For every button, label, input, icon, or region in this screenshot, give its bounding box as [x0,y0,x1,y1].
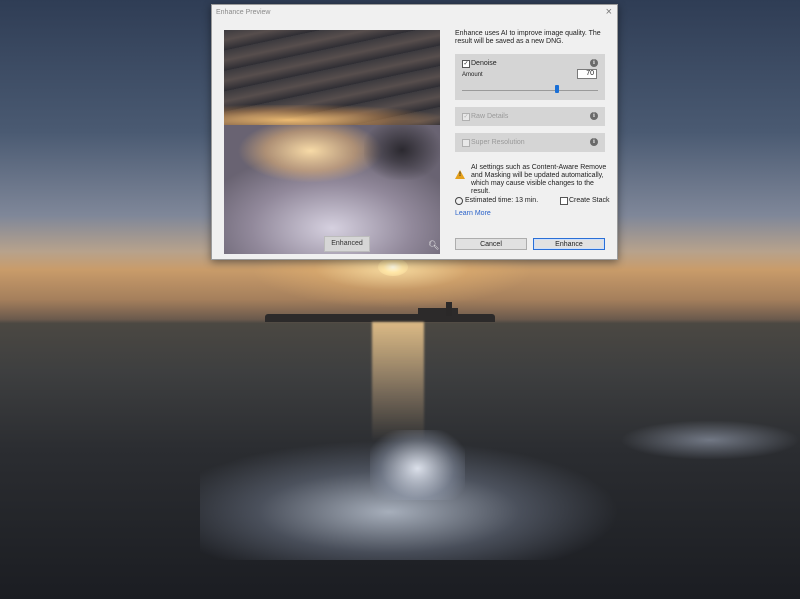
close-icon[interactable]: × [606,7,612,18]
sun [378,258,408,276]
amount-slider-thumb[interactable] [555,85,560,93]
amount-slider-track[interactable] [462,90,598,91]
raw-details-label: Raw Details [471,113,509,120]
raw-details-checkbox[interactable]: ✓ [462,113,470,121]
info-icon[interactable]: i [590,59,598,67]
description-text: Enhance uses AI to improve image quality… [455,30,601,45]
estimated-time: Estimated time: 13 min. [465,197,539,204]
enhance-preview-dialog: Enhance Preview × Enhanced 🔍︎ Enhance us… [211,4,618,260]
preview-dark-water [364,120,440,180]
super-resolution-label: Super Resolution [471,139,525,146]
info-icon[interactable]: i [590,138,598,146]
preview-image[interactable]: Enhanced 🔍︎ [224,30,440,254]
zoom-icon[interactable]: 🔍︎ [428,240,439,251]
wave-crest [370,430,465,500]
wave-right [620,420,800,460]
sun-reflection [372,322,424,442]
preview-enhanced-label[interactable]: Enhanced [324,236,370,252]
warning-text: AI settings such as Content-Aware Remove… [471,164,607,195]
denoise-label: Denoise [471,60,497,67]
clock-icon [455,197,463,205]
cancel-button[interactable]: Cancel [455,238,527,250]
super-resolution-panel: Super Resolution i [455,133,605,152]
denoise-panel: ✓ Denoise i Amount [455,54,605,100]
island-building [418,308,458,316]
dialog-title: Enhance Preview [216,9,271,16]
info-icon[interactable]: i [590,112,598,120]
learn-more-link[interactable]: Learn More [455,210,491,217]
super-resolution-checkbox[interactable] [462,139,470,147]
enhance-button[interactable]: Enhance [533,238,605,250]
amount-label: Amount [462,72,483,78]
create-stack-label[interactable]: Create Stack [569,197,609,204]
dialog-titlebar[interactable]: Enhance Preview × [212,5,617,21]
create-stack-checkbox[interactable] [560,197,568,205]
warning-mark: ! [459,172,461,178]
raw-details-panel: ✓ Raw Details i [455,107,605,126]
lighthouse [446,302,452,316]
denoise-checkbox[interactable]: ✓ [462,60,470,68]
island-silhouette [265,314,495,322]
amount-input[interactable] [577,69,597,79]
